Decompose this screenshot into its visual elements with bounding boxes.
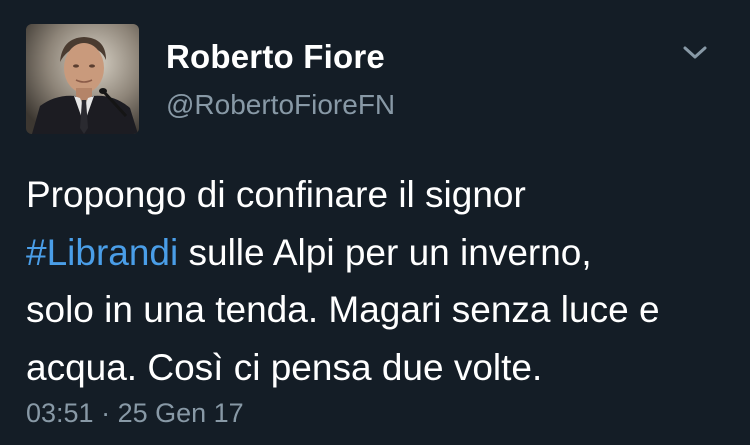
tweet-date: 25 Gen 17 — [117, 398, 244, 428]
tweet-menu-button[interactable] — [680, 40, 710, 66]
tweet-line: Propongo di confinare il signor — [26, 174, 526, 215]
tweet-line: solo in una tenda. Magari senza luce e — [26, 289, 660, 330]
hashtag-link[interactable]: #Librandi — [26, 232, 178, 273]
tweet-text: Propongo di confinare il signor #Librand… — [26, 166, 741, 396]
tweet-line: acqua. Così ci pensa due volte. — [26, 346, 543, 388]
tweet-line-text: sulle Alpi per un inverno, — [178, 231, 592, 273]
avatar[interactable] — [26, 24, 139, 134]
tweet-card: Roberto Fiore @RobertoFioreFN Propongo d… — [0, 0, 750, 445]
avatar-photo — [26, 24, 139, 134]
meta-separator: · — [93, 398, 118, 428]
tweet-timestamp[interactable]: 03:51 · 25 Gen 17 — [26, 398, 244, 429]
display-name[interactable]: Roberto Fiore — [166, 38, 385, 76]
chevron-down-icon — [683, 46, 707, 59]
tweet-line: #Librandi sulle Alpi per un inverno, — [26, 224, 741, 282]
tweet-time: 03:51 — [26, 398, 94, 428]
user-handle[interactable]: @RobertoFioreFN — [166, 89, 395, 121]
